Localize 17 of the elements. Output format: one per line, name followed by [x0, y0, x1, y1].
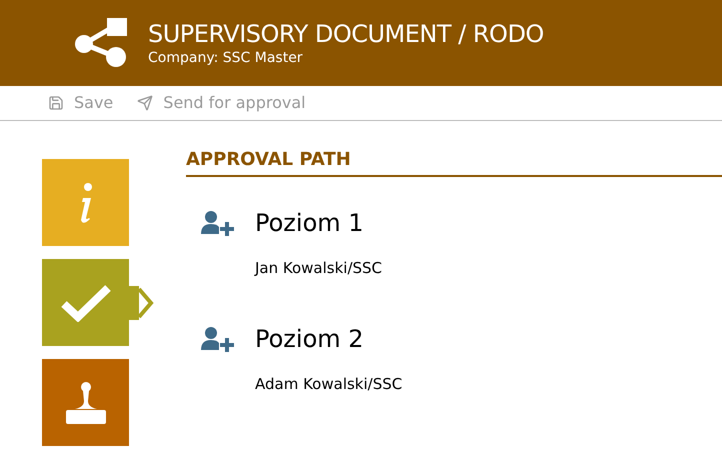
- checkmark-icon: [60, 284, 112, 322]
- section-heading: APPROVAL PATH: [186, 149, 351, 170]
- approver-name: Jan Kowalski/SSC: [253, 258, 382, 279]
- approver-name: Adam Kowalski/SSC: [254, 374, 402, 394]
- share-icon: [75, 18, 127, 68]
- level-title: Poziom 1: [255, 208, 364, 239]
- side-tab[interactable]: [42, 259, 129, 346]
- chevron-icon: [129, 286, 155, 320]
- side-tab[interactable]: [42, 359, 129, 446]
- company-subtitle: Company: SSC Master: [148, 49, 304, 67]
- add-user-icon: [199, 326, 237, 352]
- side-tab[interactable]: [42, 159, 129, 246]
- add-user-icon: [199, 210, 237, 236]
- level-title: Poziom 2: [255, 324, 364, 354]
- save-icon: [48, 95, 64, 111]
- document-title: SUPERVISORY DOCUMENT / RODO: [148, 19, 544, 49]
- send-icon: [137, 95, 154, 111]
